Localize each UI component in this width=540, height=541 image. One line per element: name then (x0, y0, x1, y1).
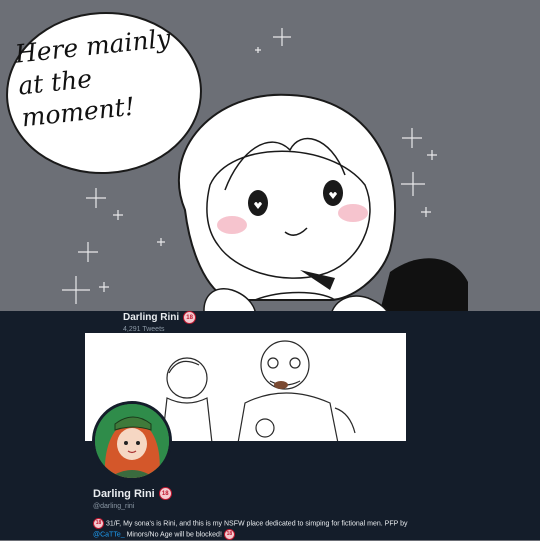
avatar[interactable] (92, 401, 172, 481)
tweet-count: 4,291 Tweets (123, 326, 165, 333)
twitter-profile-panel: Darling Rini 18 4,291 Tweets Darling Rin… (0, 311, 540, 541)
profile-header: Darling Rini 18 4,291 Tweets (123, 311, 197, 333)
age-18-badge: 18 (183, 311, 197, 324)
header-name: Darling Rini 18 (123, 311, 197, 324)
profile-handle: @darling_rini (93, 503, 135, 510)
profile-name-text: Darling Rini (93, 487, 155, 500)
bio-text-part1: 31/F, My sona's is Rini, and this is my … (105, 520, 408, 528)
profile-name: Darling Rini 18 (93, 487, 172, 500)
pfp-artist-link[interactable]: @CaTTe_ (93, 532, 125, 539)
bio-text-part2: Minors/No Age will be blocked! (124, 531, 224, 539)
profile-bio: 18 31/F, My sona's is Rini, and this is … (93, 518, 423, 541)
header-name-text: Darling Rini (123, 312, 180, 323)
avatar-portrait (95, 404, 169, 478)
illustration: Here mainly at the moment! (0, 0, 540, 321)
speech-bubble-text: Here mainly at the moment! (13, 23, 172, 133)
age-18-badge: 18 (158, 487, 172, 500)
age-18-badge: 18 (223, 529, 235, 541)
age-18-badge: 18 (93, 518, 104, 529)
